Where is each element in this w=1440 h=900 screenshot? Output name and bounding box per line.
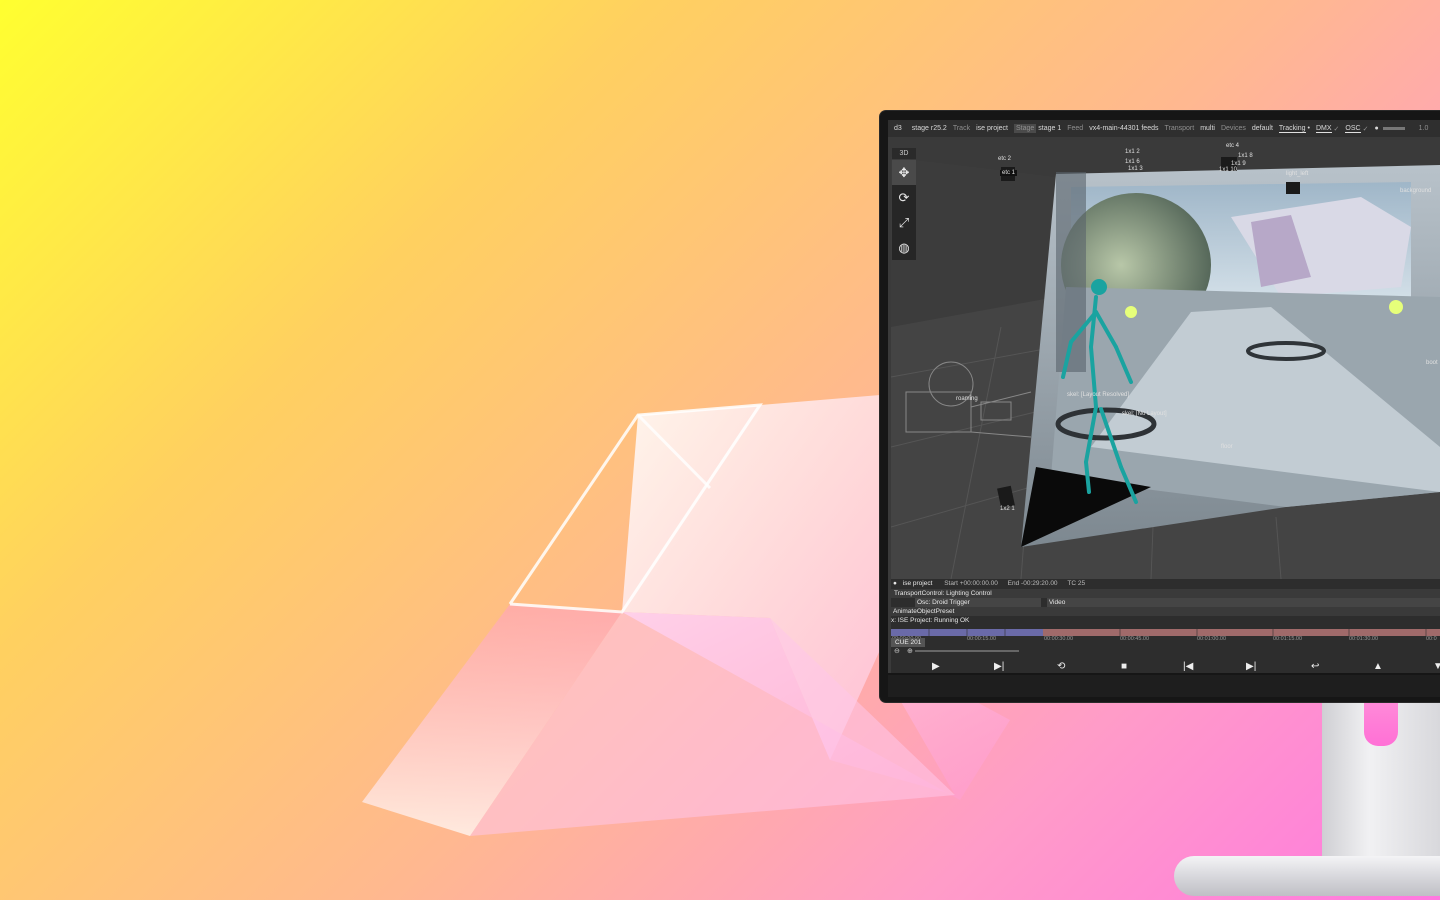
track-value[interactable]: ise project bbox=[976, 125, 1008, 132]
tick-label: 00:00:30.00 bbox=[1044, 636, 1074, 642]
start-time: Start +00:00:00.00 bbox=[944, 580, 998, 587]
object-label-skeleton-no-layout[interactable]: skel: [No Layout] bbox=[1122, 411, 1167, 417]
cue-label[interactable]: CUE 201 bbox=[891, 638, 926, 647]
zoom-slider[interactable] bbox=[915, 650, 1019, 652]
devices-label: Devices bbox=[1220, 125, 1246, 132]
volume-dot-icon: ● bbox=[1374, 125, 1379, 132]
up-icon[interactable]: ▲ bbox=[1373, 661, 1383, 673]
monitor-chin bbox=[888, 675, 1440, 697]
tick-label: 00:0 bbox=[1426, 636, 1437, 642]
status-row: x: ISE Project: Running OK bbox=[891, 616, 1440, 625]
tc-label: TC 25 bbox=[1067, 580, 1086, 587]
layer-label: Osc: Droid Trigger bbox=[915, 598, 1041, 607]
stage-label: Stage bbox=[1013, 124, 1037, 133]
object-label-light-left[interactable]: light_left bbox=[1286, 171, 1308, 177]
object-label-boot[interactable]: boot bbox=[1426, 360, 1438, 366]
zoom-out-icon[interactable]: ⊖ bbox=[894, 647, 900, 655]
scale-icon[interactable]: ⤢ bbox=[892, 210, 916, 235]
track-label: Track bbox=[952, 125, 971, 132]
timeline-ticks: 00:00:00.00 00:00:15.00 00:00:30.00 00:0… bbox=[891, 636, 1440, 645]
transport-controls: ▶ ▶| ⟲ ■ |◀ ▶| ↩ ▲ ▼ bbox=[891, 661, 1440, 673]
next-icon[interactable]: ▶| bbox=[1246, 661, 1256, 673]
tick-label: 00:00:45.00 bbox=[1120, 636, 1150, 642]
volume-value: 1.0 bbox=[1418, 125, 1429, 132]
scene-render bbox=[891, 147, 1440, 579]
play-to-end-icon[interactable]: ▶| bbox=[994, 661, 1004, 673]
feed-label: Feed bbox=[1067, 125, 1084, 132]
object-label-skeleton-resolved[interactable]: skel: [Layout Resolved] bbox=[1067, 392, 1129, 398]
return-icon[interactable]: ↩ bbox=[1311, 661, 1319, 673]
down-icon[interactable]: ▼ bbox=[1433, 661, 1440, 673]
transport-value[interactable]: multi bbox=[1200, 125, 1215, 132]
fixture-label-etc2[interactable]: etc 2 bbox=[998, 156, 1011, 162]
tracking-menu[interactable]: Tracking bbox=[1278, 125, 1306, 133]
fixture-label-1x1-6[interactable]: 1x1 6 bbox=[1125, 159, 1140, 165]
object-label-background[interactable]: background bbox=[1400, 188, 1431, 194]
app-name[interactable]: d3 bbox=[894, 125, 902, 132]
play-icon[interactable]: ▶ bbox=[932, 661, 940, 673]
dmx-check-icon: ✓ bbox=[1333, 125, 1340, 133]
globe-icon[interactable]: ◍ bbox=[892, 235, 916, 260]
info-icon: ● bbox=[893, 580, 897, 587]
tick-label: 00:01:30.00 bbox=[1349, 636, 1379, 642]
timeline-panel: ● ise project Start +00:00:00.00 End -00… bbox=[891, 579, 1440, 673]
viewport-toolbar: ✥ ⟳ ⤢ ◍ bbox=[892, 160, 916, 260]
app-screen: d3 stage r25.2 Track ise project Stage s… bbox=[888, 120, 1440, 673]
volume-slider[interactable] bbox=[1382, 127, 1405, 130]
menubar: d3 stage r25.2 Track ise project Stage s… bbox=[888, 120, 1440, 137]
rotate-icon[interactable]: ⟳ bbox=[892, 185, 916, 210]
fixture-label-1x2-1[interactable]: 1x2 1 bbox=[1000, 506, 1015, 512]
monitor-stand-base bbox=[1174, 856, 1440, 896]
viewport-3d[interactable] bbox=[891, 147, 1440, 579]
timeline-bar[interactable] bbox=[891, 629, 1440, 636]
devices-value[interactable]: default bbox=[1252, 125, 1273, 132]
project-info-row: ● ise project Start +00:00:00.00 End -00… bbox=[891, 579, 1440, 588]
version-label: stage r25.2 bbox=[911, 125, 947, 132]
fixture-label-1x1-8[interactable]: 1x1 8 bbox=[1238, 153, 1253, 159]
fixture-label-1x1-2[interactable]: 1x1 2 bbox=[1125, 149, 1140, 155]
zoom-in-icon[interactable]: ⊕ bbox=[907, 647, 913, 655]
layer-row-lighting-control[interactable]: TransportControl: Lighting Control bbox=[891, 589, 1440, 598]
end-time: End -00:29:20.00 bbox=[1007, 580, 1058, 587]
object-label-roaming[interactable]: roaming bbox=[956, 396, 978, 402]
status-text: x: ISE Project: Running OK bbox=[891, 617, 970, 624]
layer-label: AnimateObjectPreset bbox=[893, 608, 955, 615]
feed-value[interactable]: vx4-main-44301 feeds bbox=[1089, 125, 1158, 132]
fixture-label-etc1[interactable]: etc 1 bbox=[1000, 170, 1018, 176]
stop-icon[interactable]: ■ bbox=[1121, 661, 1127, 673]
osc-menu[interactable]: OSC bbox=[1345, 125, 1361, 133]
project-name[interactable]: ise project bbox=[903, 580, 933, 587]
layer-label: Video bbox=[1046, 598, 1440, 607]
tracking-status-icon: • bbox=[1307, 125, 1310, 132]
fixture-label-1x1-3[interactable]: 1x1 3 bbox=[1128, 166, 1143, 172]
transport-label: Transport bbox=[1164, 125, 1195, 132]
previous-icon[interactable]: |◀ bbox=[1183, 661, 1193, 673]
tab-3d[interactable]: 3D bbox=[892, 148, 916, 159]
stage-value[interactable]: stage 1 bbox=[1038, 125, 1061, 132]
object-label-floor[interactable]: floor bbox=[1221, 444, 1233, 450]
fixture-label-1x1-10[interactable]: 1x1 10 bbox=[1219, 167, 1237, 173]
dmx-menu[interactable]: DMX bbox=[1315, 125, 1332, 133]
loop-icon[interactable]: ⟲ bbox=[1057, 661, 1065, 673]
tick-label: 00:01:15.00 bbox=[1273, 636, 1303, 642]
osc-check-icon: ✓ bbox=[1362, 125, 1369, 133]
fixture-label-etc4[interactable]: etc 4 bbox=[1226, 143, 1239, 149]
layer-row-animate-preset[interactable]: AnimateObjectPreset bbox=[891, 607, 1440, 616]
move-icon[interactable]: ✥ bbox=[892, 160, 916, 185]
tick-label: 00:01:00.00 bbox=[1197, 636, 1227, 642]
tick-label: 00:00:15.00 bbox=[967, 636, 997, 642]
monitor-stand-cutout bbox=[1364, 700, 1398, 746]
layer-label: TransportControl: Lighting Control bbox=[894, 590, 992, 597]
layer-row-osc[interactable]: Osc: Droid Trigger Video bbox=[891, 598, 1440, 607]
